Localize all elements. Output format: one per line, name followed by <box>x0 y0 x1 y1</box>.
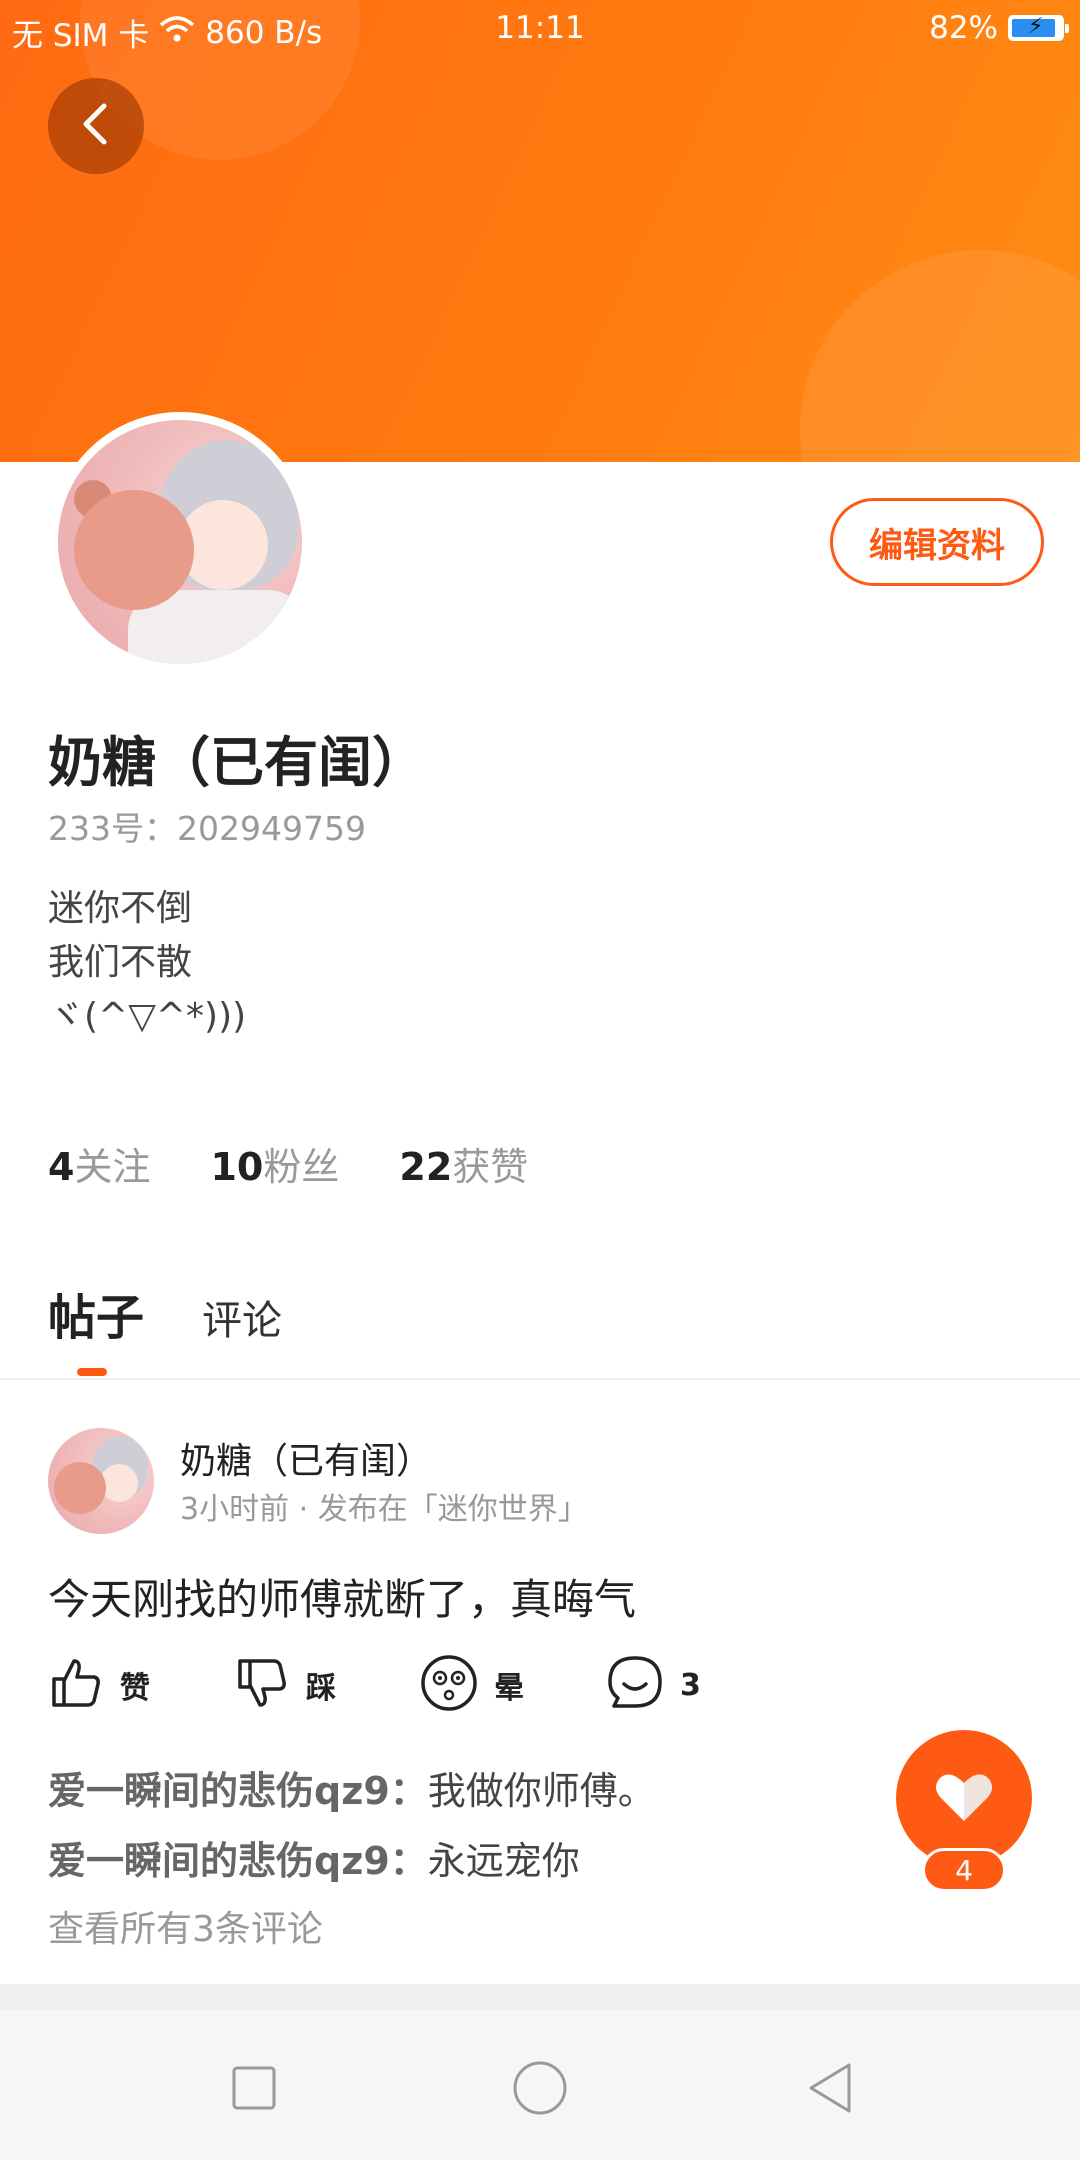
stat-number: 4 <box>48 1145 75 1189</box>
bio-line: 我们不散 <box>48 942 193 983</box>
heart-fab-button[interactable] <box>896 1730 1032 1866</box>
bio-line: ヾ(^▽^*))) <box>48 996 247 1037</box>
stat-followers[interactable]: 10粉丝 <box>210 1136 339 1191</box>
dislike-label: 踩 <box>306 1671 336 1706</box>
see-all-comments-link[interactable]: 查看所有3条评论 <box>48 1900 323 1952</box>
thumbs-down-icon <box>234 1655 290 1715</box>
stat-number: 10 <box>210 1145 264 1189</box>
profile-stats: 4关注 10粉丝 22获赞 <box>48 1136 528 1191</box>
section-separator <box>0 1984 1080 2010</box>
dislike-button[interactable]: 踩 <box>234 1654 420 1716</box>
content-tabs: 帖子 评论 <box>48 1278 282 1376</box>
bio-line: 迷你不倒 <box>48 888 193 929</box>
battery-icon: ⚡ <box>1008 14 1069 41</box>
triangle-back-icon <box>805 2061 855 2119</box>
comment-item[interactable]: 爱一瞬间的悲伤qz9：永远宠你 <box>48 1830 580 1885</box>
comment-button[interactable]: 3 <box>606 1654 792 1716</box>
post-author-name[interactable]: 奶糖（已有闺） <box>180 1432 432 1484</box>
avatar-image <box>58 420 302 664</box>
stat-label: 关注 <box>74 1145 151 1189</box>
divider <box>0 1378 1080 1380</box>
active-tab-indicator <box>77 1368 107 1376</box>
dizzy-label: 晕 <box>494 1671 524 1706</box>
heart-count-badge: 4 <box>922 1848 1006 1892</box>
dizzy-button[interactable]: 晕 <box>420 1654 606 1716</box>
comment-text: 永远宠你 <box>427 1839 580 1883</box>
battery-percent: 82% <box>929 10 998 46</box>
comment-item[interactable]: 爱一瞬间的悲伤qz9：我做你师傅。 <box>48 1760 656 1815</box>
comment-user[interactable]: 爱一瞬间的悲伤qz9： <box>48 1839 428 1883</box>
profile-bio: 迷你不倒 我们不散 ヾ(^▽^*))) <box>48 882 246 1044</box>
status-right: 82% ⚡ <box>929 10 1069 46</box>
chevron-left-icon <box>76 100 116 152</box>
clock: 11:11 <box>495 10 585 46</box>
heart-icon <box>934 1769 994 1827</box>
profile-avatar[interactable] <box>50 412 310 672</box>
stat-label: 获赞 <box>452 1145 529 1189</box>
status-bar: 无 SIM 卡 860 B/s 11:11 82% ⚡ <box>0 0 1080 56</box>
stat-number: 22 <box>399 1145 453 1189</box>
post-body[interactable]: 今天刚找的师傅就断了，真晦气 <box>48 1566 636 1627</box>
post-author-avatar[interactable] <box>48 1428 154 1534</box>
profile-name: 奶糖（已有闺） <box>48 731 426 794</box>
header-banner <box>0 0 1080 462</box>
system-nav-bar <box>0 2010 1080 2160</box>
circle-icon <box>512 2060 568 2120</box>
recents-button[interactable] <box>224 2060 284 2120</box>
square-icon <box>231 2065 277 2115</box>
like-label: 赞 <box>120 1671 150 1706</box>
comment-bubble-icon <box>606 1654 664 1716</box>
tab-comments[interactable]: 评论 <box>202 1288 282 1346</box>
stat-likes[interactable]: 22获赞 <box>399 1136 528 1191</box>
edit-profile-button[interactable]: 编辑资料 <box>830 498 1044 586</box>
system-back-button[interactable] <box>800 2060 860 2120</box>
comment-text: 我做你师傅。 <box>427 1769 656 1813</box>
banner-decoration <box>800 250 1080 462</box>
tab-posts[interactable]: 帖子 <box>48 1278 145 1376</box>
stat-label: 粉丝 <box>263 1145 340 1189</box>
comment-user[interactable]: 爱一瞬间的悲伤qz9： <box>48 1769 428 1813</box>
comment-count: 3 <box>680 1667 701 1703</box>
like-button[interactable]: 赞 <box>48 1654 234 1716</box>
home-button[interactable] <box>510 2060 570 2120</box>
dizzy-face-icon <box>420 1654 478 1716</box>
tab-label: 帖子 <box>48 1290 145 1346</box>
post-actions: 赞 踩 晕 3 <box>48 1654 792 1716</box>
profile-uid: 233号：202949759 <box>48 809 366 848</box>
stat-following[interactable]: 4关注 <box>48 1136 150 1191</box>
post-meta: 3小时前 · 发布在「迷你世界」 <box>180 1492 588 1527</box>
back-button[interactable] <box>48 78 144 174</box>
thumbs-up-icon <box>48 1655 104 1715</box>
